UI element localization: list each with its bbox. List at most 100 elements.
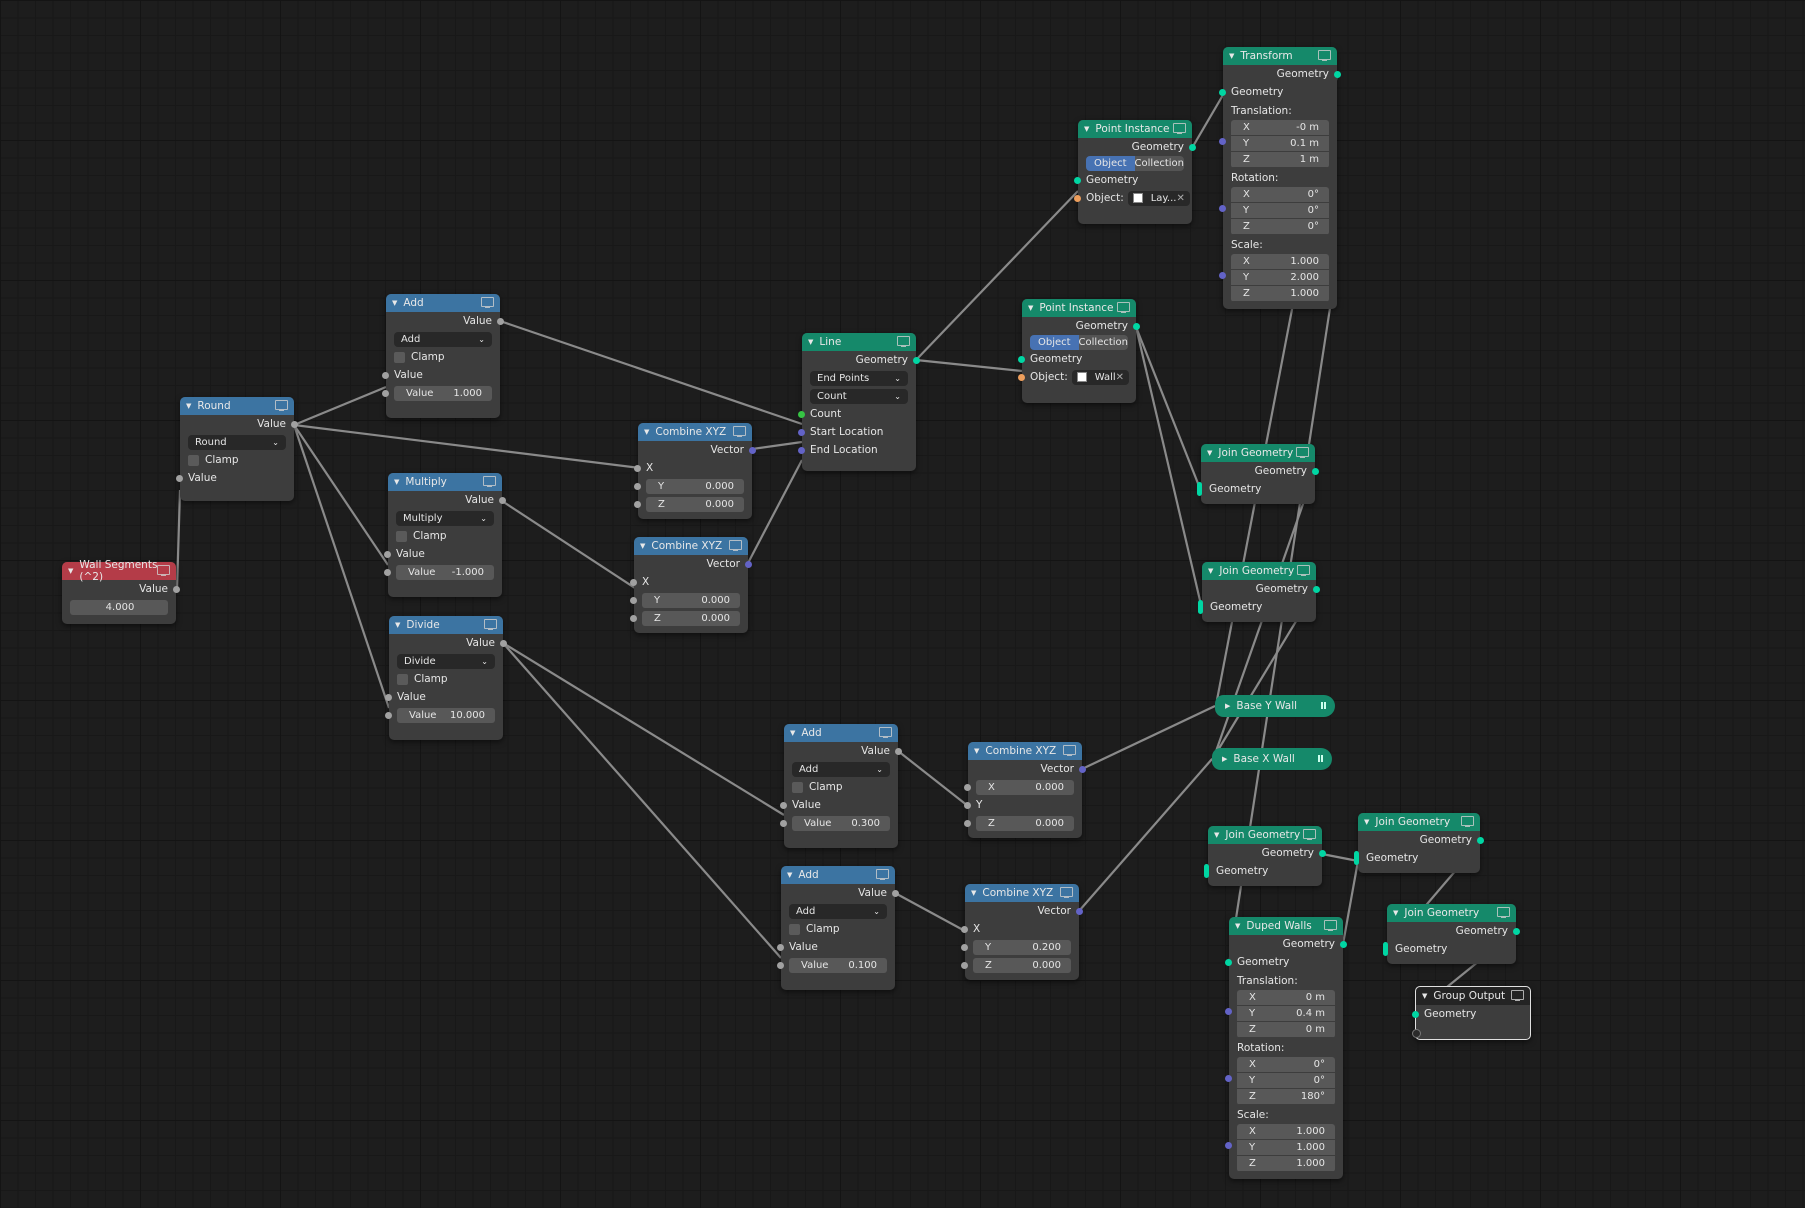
collapse-icon[interactable]: ▼: [395, 621, 400, 629]
x-input-socket[interactable]: [630, 578, 637, 586]
node-header[interactable]: ▼ Join Geometry: [1387, 904, 1516, 922]
y-input-socket[interactable]: [961, 943, 968, 951]
collapse-icon[interactable]: ▼: [1393, 909, 1398, 917]
vector-output-socket[interactable]: [749, 446, 756, 454]
geometry-input-socket[interactable]: [1018, 355, 1025, 363]
monitor-icon[interactable]: [879, 727, 892, 738]
node-join-geometry[interactable]: ▼ Join Geometry Geometry Geometry: [1197, 444, 1319, 504]
node-point-instance[interactable]: ▼ Point Instance Geometry Object Collectio…: [1074, 120, 1196, 224]
collapse-icon[interactable]: ▼: [1422, 992, 1427, 1000]
mode-dropdown[interactable]: End Points ⌄: [810, 370, 908, 386]
node-add[interactable]: ▼ Add Value Add ⌄ Clamp Value Value 0.300: [780, 724, 902, 848]
translation-fields[interactable]: X -0 m Y 0.1 m Z1 m: [1231, 120, 1329, 168]
clear-icon[interactable]: ✕: [1116, 372, 1124, 383]
expand-icon[interactable]: ▶: [1222, 755, 1227, 763]
operation-dropdown[interactable]: Round ⌄: [188, 434, 286, 450]
node-header[interactable]: ▼ Combine XYZ: [634, 537, 748, 555]
object-field[interactable]: Lay... ✕: [1127, 190, 1190, 206]
rotation-socket[interactable]: [1219, 205, 1226, 212]
scale-z[interactable]: Z 1.000: [1231, 286, 1329, 302]
monitor-icon[interactable]: [1511, 990, 1524, 1001]
node-join-geometry[interactable]: ▼ Join Geometry Geometry Geometry: [1198, 562, 1320, 622]
node-transform[interactable]: ▼ Transform Geometry Geometry Translation…: [1219, 47, 1341, 309]
translation-z[interactable]: Z0 m: [1237, 1022, 1335, 1038]
z-input-socket[interactable]: [964, 819, 971, 827]
translation-x[interactable]: X -0 m: [1231, 120, 1329, 136]
node-header[interactable]: ▼ Wall Segments (^2): [62, 559, 176, 583]
geometry-output-socket[interactable]: [1319, 849, 1326, 857]
node-header[interactable]: ▼ Round: [180, 397, 294, 415]
node-header[interactable]: ▼ Combine XYZ: [965, 884, 1079, 902]
value-field[interactable]: Value -1.000: [396, 564, 494, 580]
object-input-socket[interactable]: [1074, 194, 1081, 202]
node-group-base-y-wall[interactable]: ▶ Base Y Wall: [1215, 695, 1335, 717]
node-group-base-x-wall[interactable]: ▶ Base X Wall: [1212, 748, 1332, 770]
geometry-output-socket[interactable]: [913, 356, 920, 364]
clamp-checkbox[interactable]: [188, 454, 199, 466]
geometry-input-socket[interactable]: [1225, 958, 1232, 966]
vector-output-socket[interactable]: [745, 560, 752, 568]
monitor-icon[interactable]: [275, 400, 288, 411]
value-input-socket[interactable]: [384, 550, 391, 558]
monitor-icon[interactable]: [1060, 887, 1073, 898]
node-wall-segments[interactable]: ▼ Wall Segments (^2) Value 4.000: [62, 559, 180, 624]
y-field[interactable]: Y 0.000: [646, 478, 744, 494]
operation-dropdown[interactable]: Add ⌄: [789, 903, 887, 919]
value-output-socket[interactable]: [499, 496, 506, 504]
node-header[interactable]: ▼ Join Geometry: [1208, 826, 1322, 844]
collapse-icon[interactable]: ▼: [394, 478, 399, 486]
monitor-icon[interactable]: [484, 619, 497, 630]
value-input-socket[interactable]: [777, 961, 784, 969]
collapse-icon[interactable]: ▼: [186, 402, 191, 410]
scale-socket[interactable]: [1219, 272, 1226, 279]
clear-icon[interactable]: ✕: [1176, 193, 1184, 204]
collapse-icon[interactable]: ▼: [1084, 125, 1089, 133]
node-header[interactable]: ▼ Add: [784, 724, 898, 742]
monitor-icon[interactable]: [897, 336, 910, 347]
node-header[interactable]: ▼ Join Geometry: [1201, 444, 1315, 462]
collapse-icon[interactable]: ▼: [974, 747, 979, 755]
rotation-x[interactable]: X 0°: [1237, 1057, 1335, 1073]
node-add[interactable]: ▼ Add Value Add ⌄ Clamp Value Value 0.100: [777, 866, 899, 990]
monitor-icon[interactable]: [1296, 447, 1309, 458]
rotation-z[interactable]: Z 0°: [1231, 219, 1329, 235]
node-multiply[interactable]: ▼ Multiply Value Multiply ⌄ Clamp Value Va…: [384, 473, 506, 597]
geometry-multi-input-socket[interactable]: [1354, 851, 1359, 865]
monitor-icon[interactable]: [1297, 565, 1310, 576]
z-input-socket[interactable]: [634, 500, 641, 508]
node-combine-xyz[interactable]: ▼ Combine XYZ Vector X Y 0.200 Z 0.000: [961, 884, 1083, 980]
node-header[interactable]: ▼ Join Geometry: [1358, 813, 1480, 831]
translation-socket[interactable]: [1219, 138, 1226, 145]
geometry-output-socket[interactable]: [1312, 467, 1319, 475]
collapse-icon[interactable]: ▼: [1364, 818, 1369, 826]
object-input-socket[interactable]: [1018, 373, 1025, 381]
monitor-icon[interactable]: [876, 869, 889, 880]
monitor-icon[interactable]: [1303, 829, 1316, 840]
node-header[interactable]: ▼ Add: [781, 866, 895, 884]
y-field[interactable]: Y 0.200: [973, 939, 1071, 955]
collapse-icon[interactable]: ▼: [1214, 831, 1219, 839]
rotation-y[interactable]: Y 0°: [1231, 203, 1329, 219]
monitor-icon[interactable]: [481, 297, 494, 308]
x-input-socket[interactable]: [964, 783, 971, 791]
monitor-icon[interactable]: [729, 540, 742, 551]
geometry-output-socket[interactable]: [1189, 143, 1196, 151]
translation-socket[interactable]: [1225, 1008, 1232, 1015]
node-header[interactable]: ▼ Duped Walls: [1229, 917, 1343, 935]
collapse-icon[interactable]: ▼: [1028, 304, 1033, 312]
monitor-icon[interactable]: [157, 565, 170, 576]
node-combine-xyz[interactable]: ▼ Combine XYZ Vector X Y 0.000 Z 0.000: [634, 423, 756, 519]
collapse-icon[interactable]: ▼: [808, 338, 813, 346]
rotation-fields[interactable]: X 0° Y 0° Z 180°: [1237, 1057, 1335, 1105]
node-header[interactable]: ▼ Transform: [1223, 47, 1337, 65]
node-round[interactable]: ▼ Round Value Round ⌄ Clamp Value: [176, 397, 298, 501]
count-input-socket[interactable]: [798, 410, 805, 418]
clamp-checkbox[interactable]: [789, 923, 800, 935]
node-combine-xyz[interactable]: ▼ Combine XYZ Vector X Y 0.000 Z 0.000: [630, 537, 752, 633]
x-field[interactable]: X 0.000: [976, 779, 1074, 795]
collapse-icon[interactable]: ▼: [1208, 567, 1213, 575]
clamp-checkbox[interactable]: [397, 673, 408, 685]
monitor-icon[interactable]: [1324, 920, 1337, 931]
monitor-icon[interactable]: [1318, 50, 1331, 61]
operation-dropdown[interactable]: Divide ⌄: [397, 653, 495, 669]
